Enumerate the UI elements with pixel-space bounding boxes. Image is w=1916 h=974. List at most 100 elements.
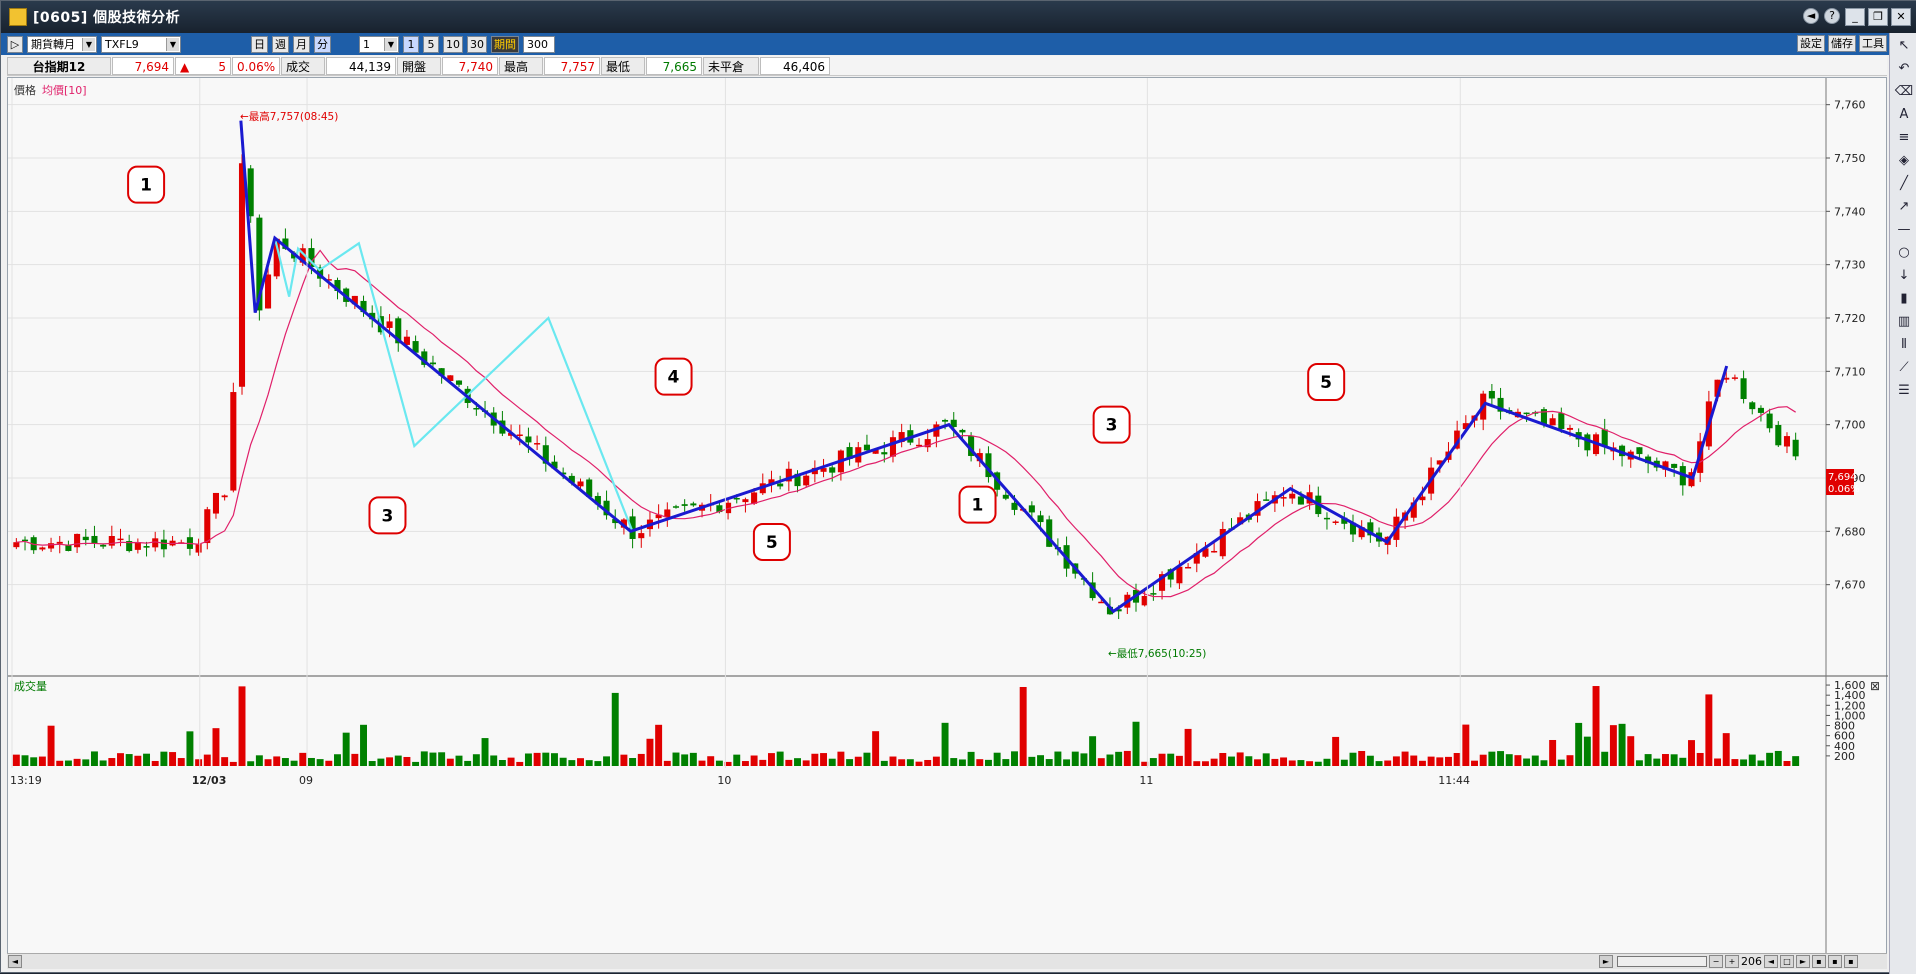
interval-select[interactable]: 1 ▼ [359, 35, 399, 53]
tab-month[interactable]: 月 [293, 35, 310, 53]
volume-bar [1306, 761, 1314, 766]
save-button[interactable]: 儲存 [1828, 35, 1856, 52]
time-tick-label: 11 [1139, 774, 1153, 787]
volume-bar [255, 755, 263, 766]
help-icon[interactable]: ? [1824, 8, 1840, 24]
vlines-icon[interactable]: ⦀ [1894, 335, 1914, 355]
circle-icon[interactable]: ○ [1894, 243, 1914, 263]
zoom-in-icon[interactable]: + [1725, 955, 1739, 968]
candle-body [100, 544, 107, 547]
candle-body [577, 481, 584, 487]
symbol-select[interactable]: TXFL9 ▼ [101, 35, 181, 53]
tab-minute[interactable]: 分 [314, 35, 331, 53]
volume-bar [820, 753, 828, 766]
volume-bar [1280, 757, 1288, 766]
candle-body [48, 543, 55, 549]
tab-week[interactable]: 週 [272, 35, 289, 53]
interval-5-button[interactable]: 5 [423, 35, 439, 53]
volume-bar [655, 724, 663, 766]
eraser-icon[interactable]: ⌫ [1894, 82, 1914, 102]
color-icon[interactable]: ▮ [1894, 289, 1914, 309]
restore-button[interactable]: ❐ [1868, 8, 1888, 26]
volume-bar [524, 753, 532, 766]
volume-bar [1106, 754, 1114, 766]
volume-bar [481, 738, 489, 766]
fib-icon[interactable]: ☰ [1894, 381, 1914, 401]
play-icon[interactable]: ▷ [7, 35, 23, 53]
lines-icon[interactable]: ≡ [1894, 128, 1914, 148]
page-icon[interactable]: □ [1780, 955, 1794, 968]
tool-b-icon[interactable]: ▪ [1828, 955, 1842, 968]
volume-bar [637, 753, 645, 766]
marker-icon[interactable]: ↓ [1894, 266, 1914, 286]
volume-bar [1601, 751, 1609, 766]
zoom-out-icon[interactable]: − [1709, 955, 1723, 968]
scroll-left-icon[interactable]: ◄ [8, 955, 22, 968]
volume-bar [707, 756, 715, 766]
hline-icon[interactable]: — [1894, 220, 1914, 240]
volume-bar [1262, 753, 1270, 766]
text-icon[interactable]: A [1894, 105, 1914, 125]
candle-body [195, 543, 202, 553]
volume-bar [290, 760, 298, 766]
interval-10-button[interactable]: 10 [443, 35, 463, 53]
candle-body [1757, 407, 1764, 413]
wave-labels: 1 3 4 5 1 3 5 [127, 165, 1346, 561]
chart-area[interactable]: 7,7607,7507,7407,7307,7207,7107,7007,690… [7, 77, 1888, 955]
candle-body [152, 538, 159, 548]
candle-body [525, 436, 532, 443]
contract-select-value: 期貨轉月 [31, 38, 75, 51]
volume-bar [299, 752, 307, 766]
candle-body [1783, 436, 1791, 447]
volume-bar [794, 758, 801, 766]
scroll-right-icon[interactable]: ► [1599, 955, 1613, 968]
price-tick-label: 7,680 [1834, 525, 1866, 538]
arrow-line-icon[interactable]: ↗ [1894, 197, 1914, 217]
range-input[interactable]: 300 [523, 35, 555, 53]
volume-bar [56, 760, 64, 766]
contract-name: 台指期12 [7, 56, 111, 75]
volume-bar [273, 756, 281, 766]
horizontal-scrollbar[interactable]: ◄ ► − + 206 ◄ □ ► ▪ ▪ ▪ [7, 953, 1887, 969]
volume-bar [568, 760, 576, 766]
volume-bar [1410, 755, 1418, 766]
close-panel-icon[interactable]: ⊠ [1870, 679, 1880, 693]
volume-bar [1115, 751, 1123, 766]
volume-bar [1714, 758, 1722, 766]
minimize-button[interactable]: _ [1845, 8, 1865, 26]
zoom-slider[interactable] [1617, 956, 1707, 967]
contract-select[interactable]: 期貨轉月 ▼ [27, 35, 97, 53]
tools-button[interactable]: 工具 [1859, 35, 1887, 52]
tool-a-icon[interactable]: ▪ [1812, 955, 1826, 968]
first-icon[interactable]: ◄ [1764, 955, 1778, 968]
volume-bar [169, 752, 177, 766]
wave-label: 4 [668, 368, 680, 388]
fan-icon[interactable]: ⟋ [1894, 358, 1914, 378]
settings-button[interactable]: 設定 [1797, 35, 1825, 52]
fill-icon[interactable]: ◈ [1894, 151, 1914, 171]
window-title: [0605] 個股技術分析 [33, 10, 181, 26]
interval-30-button[interactable]: 30 [467, 35, 487, 53]
volume-bar [1045, 759, 1053, 766]
pointer-icon[interactable]: ↖ [1894, 36, 1914, 56]
back-icon[interactable]: ◄ [1803, 8, 1819, 24]
volume-bar [1592, 686, 1600, 766]
volume-bar [1358, 750, 1366, 766]
bars-icon[interactable]: ▥ [1894, 312, 1914, 332]
last-icon[interactable]: ► [1796, 955, 1810, 968]
line-icon[interactable]: ╱ [1894, 174, 1914, 194]
volume-tick-label: 200 [1834, 750, 1855, 763]
candle-body [1488, 390, 1495, 399]
undo-icon[interactable]: ↶ [1894, 59, 1914, 79]
quote-bar: 台指期12 7,694 ▲ 5 0.06% 成交量 44,139 開盤價 7,7… [7, 56, 1887, 92]
symbol-select-value: TXFL9 [105, 37, 139, 51]
tab-day[interactable]: 日 [251, 35, 268, 53]
interval-1-button[interactable]: 1 [403, 35, 419, 53]
candle-body [429, 362, 436, 365]
close-button[interactable]: ✕ [1891, 8, 1911, 26]
volume-bar [802, 760, 810, 766]
chart-canvas[interactable]: 7,7607,7507,7407,7307,7207,7107,7007,690… [8, 78, 1888, 954]
tool-c-icon[interactable]: ▪ [1844, 955, 1858, 968]
volume-bar [1540, 760, 1548, 766]
volume-bar [1427, 756, 1435, 766]
